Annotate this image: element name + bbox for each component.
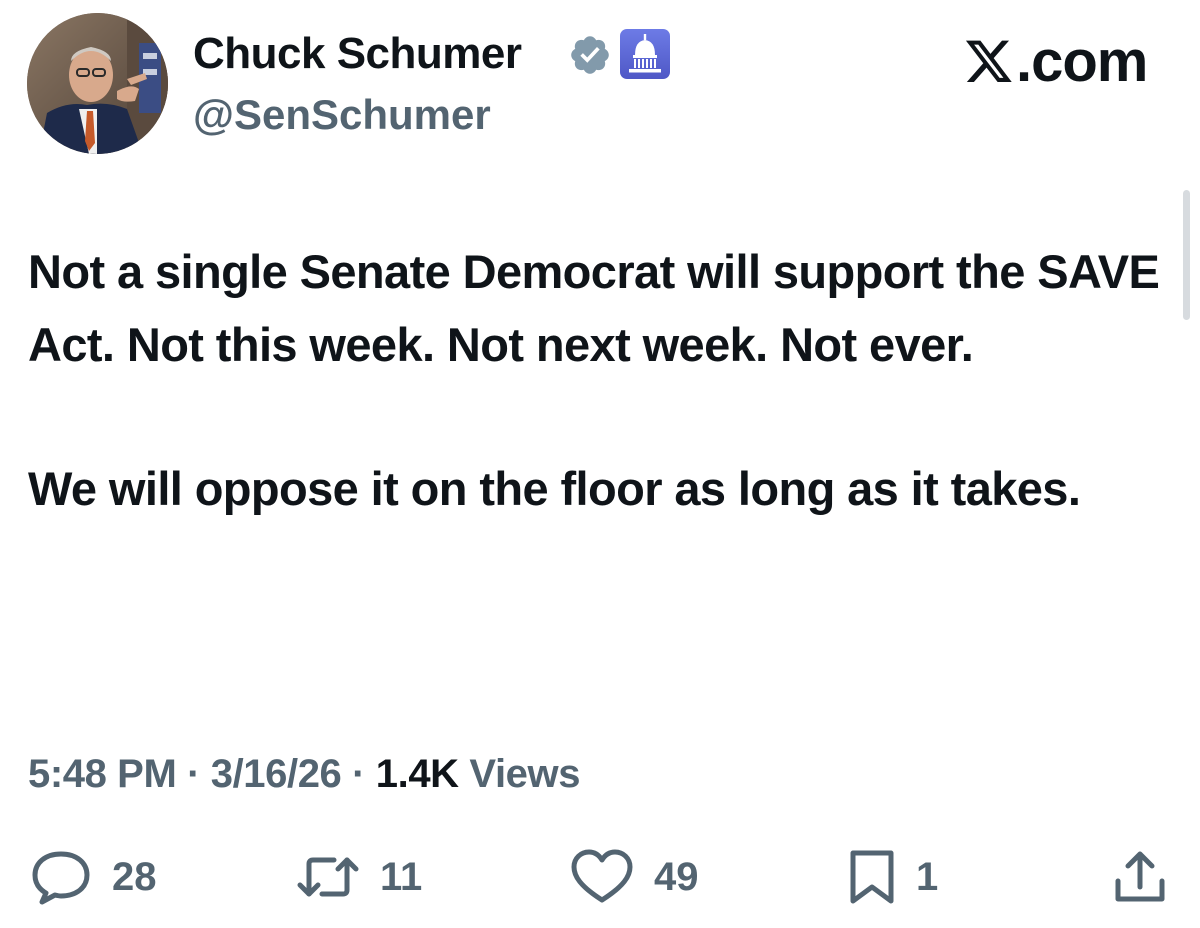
repost-button[interactable]: 11 (296, 846, 422, 908)
heart-icon (571, 849, 633, 903)
bookmark-icon (850, 850, 894, 904)
timestamp-date[interactable]: 3/16/26 (211, 752, 342, 796)
x-com-watermark: .com (964, 29, 1148, 94)
like-count: 49 (654, 855, 699, 899)
reply-icon (32, 851, 90, 905)
timestamp-time[interactable]: 5:48 PM (28, 752, 177, 796)
display-name[interactable]: Chuck Schumer (193, 26, 522, 82)
tweet-text: Not a single Senate Democrat will suppor… (28, 236, 1188, 526)
tweet-meta: 5:48 PM · 3/16/26 · 1.4K Views (28, 748, 580, 800)
share-button[interactable] (1112, 846, 1168, 908)
x-logo-icon (965, 40, 1012, 83)
repost-count: 11 (380, 855, 423, 899)
tweet-paragraph: We will oppose it on the floor as long a… (28, 462, 1081, 515)
bookmark-button[interactable]: 1 (848, 846, 938, 908)
scrollbar[interactable] (1183, 190, 1190, 320)
views-label: Views (469, 752, 581, 796)
tweet-paragraph: Not a single Senate Democrat will suppor… (28, 245, 1160, 371)
tweet-actions: 28 11 49 1 (0, 846, 1200, 908)
like-button[interactable]: 49 (570, 846, 699, 908)
views-count: 1.4K (375, 752, 459, 796)
meta-separator: · (352, 752, 366, 796)
avatar[interactable] (27, 13, 168, 154)
capitol-dome-icon[interactable] (620, 29, 670, 79)
verified-badge-icon (568, 33, 612, 77)
reply-button[interactable]: 28 (30, 846, 157, 908)
user-handle[interactable]: @SenSchumer (193, 88, 491, 142)
domain-text: .com (1016, 29, 1148, 94)
share-icon (1115, 851, 1165, 902)
bookmark-count: 1 (916, 855, 939, 899)
repost-icon (297, 857, 359, 897)
meta-separator: · (187, 752, 201, 796)
reply-count: 28 (112, 855, 157, 899)
avatar-photo (27, 13, 168, 154)
